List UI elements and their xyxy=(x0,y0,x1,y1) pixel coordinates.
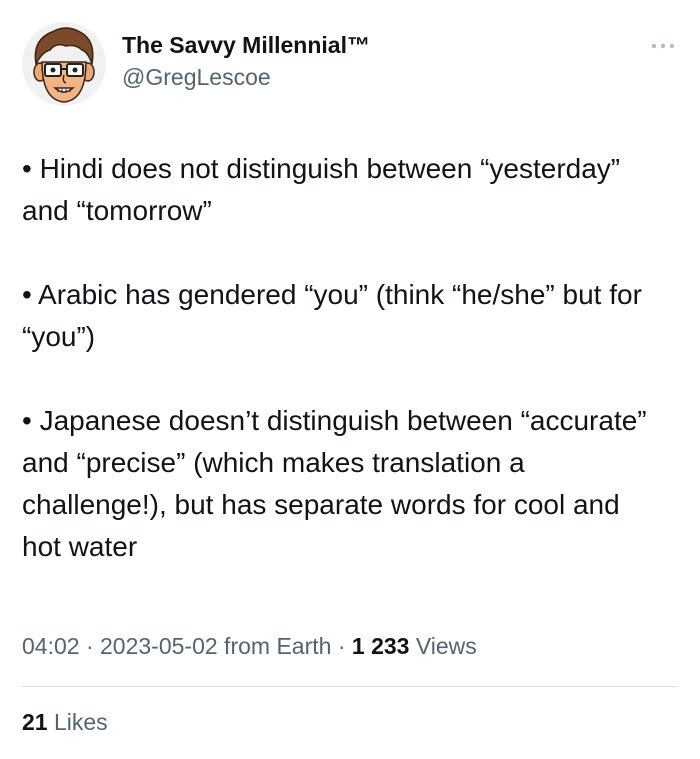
tweet-paragraph: • Arabic has gendered “you” (think “he/s… xyxy=(22,279,642,352)
divider xyxy=(22,686,678,687)
cartoon-avatar-icon xyxy=(22,22,106,106)
timestamp-time[interactable]: 04:02 xyxy=(22,633,80,659)
more-button[interactable] xyxy=(648,36,678,56)
tweet-meta: 04:02 · 2023-05-02 from Earth · 1 233 Vi… xyxy=(22,630,477,662)
tweet-paragraph: • Hindi does not distinguish between “ye… xyxy=(22,153,621,226)
likes-count: 21 xyxy=(22,709,48,735)
likes-stat[interactable]: 21 Likes xyxy=(22,706,108,738)
more-horizontal-icon xyxy=(651,43,675,49)
views-count: 1 233 xyxy=(351,633,410,659)
author-names: The Savvy Millennial™ @GregLescoe xyxy=(122,30,370,92)
tweet-header: The Savvy Millennial™ @GregLescoe xyxy=(22,22,678,106)
meta-separator: · xyxy=(79,633,101,659)
meta-separator: · xyxy=(331,633,352,659)
likes-label: Likes xyxy=(47,709,108,735)
tweet-text: • Hindi does not distinguish between “ye… xyxy=(22,148,662,568)
tweet-paragraph: • Japanese doesn’t distinguish between “… xyxy=(22,405,647,562)
timestamp-date[interactable]: 2023-05-02 xyxy=(100,633,218,659)
tweet-source: from Earth xyxy=(217,633,332,659)
tweet: The Savvy Millennial™ @GregLescoe • Hind… xyxy=(0,0,700,759)
display-name[interactable]: The Savvy Millennial™ xyxy=(122,30,370,60)
views-label: Views xyxy=(409,633,477,659)
handle[interactable]: @GregLescoe xyxy=(122,62,370,92)
avatar[interactable] xyxy=(22,22,106,106)
